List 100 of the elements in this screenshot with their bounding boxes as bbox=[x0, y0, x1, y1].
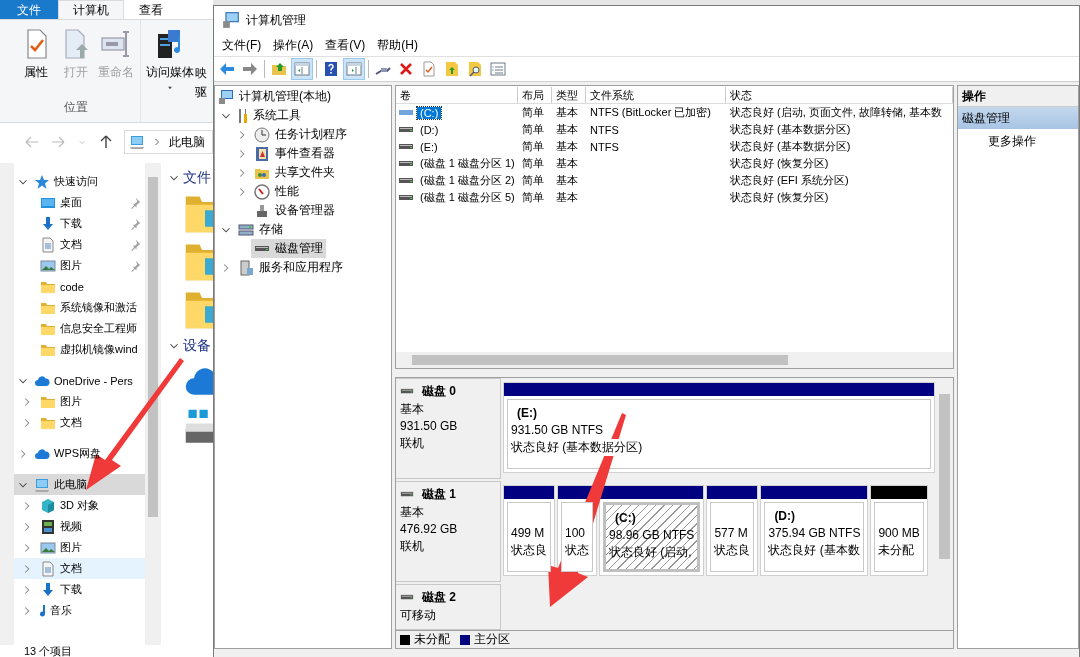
nav-item[interactable]: 下载 bbox=[60, 216, 125, 231]
delete-icon bbox=[398, 61, 414, 77]
partition-block[interactable]: (C:) 98.96 GB NTFS 状态良好 (启动, bbox=[599, 485, 705, 576]
partition-block[interactable]: 499 M 状态良 bbox=[503, 485, 555, 576]
disk-info-panel[interactable]: 磁盘 0 基本 931.50 GB 联机 bbox=[396, 378, 501, 479]
partition-area[interactable]: 577 M 状态良 bbox=[710, 502, 755, 572]
ribbon-tab[interactable]: 查看 bbox=[124, 0, 178, 19]
column-header[interactable]: 状态 bbox=[726, 86, 953, 103]
nav-item[interactable]: 3D 对象 bbox=[60, 498, 141, 513]
nav-item[interactable]: WPS网盘 bbox=[54, 446, 141, 461]
table-cell-text: 状态良好 (启动, 页面文件, 故障转储, 基本数 bbox=[729, 105, 944, 120]
nav-item[interactable]: code bbox=[60, 280, 141, 293]
menu-item[interactable]: 帮助(H) bbox=[371, 36, 424, 54]
table-cell[interactable]: (E:) bbox=[417, 140, 441, 153]
pin-icon[interactable] bbox=[129, 217, 141, 230]
tree-item[interactable]: 性能 bbox=[251, 182, 302, 201]
tree-item[interactable]: 系统工具 bbox=[235, 106, 304, 125]
table-cell[interactable]: (C:) bbox=[417, 106, 442, 119]
disk-size: 931.50 GB bbox=[400, 418, 459, 434]
nav-item[interactable]: OneDrive - Pers bbox=[54, 374, 141, 387]
tree-item[interactable]: 服务和应用程序 bbox=[235, 258, 346, 277]
group-header[interactable]: 设备 bbox=[183, 337, 211, 355]
partition-area[interactable]: (C:) 98.96 GB NTFS 状态良好 (启动, bbox=[603, 502, 701, 572]
partition-area[interactable]: 900 MB 未分配 bbox=[874, 502, 924, 572]
nav-item[interactable]: 音乐 bbox=[50, 603, 141, 618]
nav-item[interactable]: 视频 bbox=[60, 519, 141, 534]
forward-arrow-icon bbox=[242, 61, 258, 77]
partition-block[interactable]: 577 M 状态良 bbox=[706, 485, 759, 576]
tree-item[interactable]: 任务计划程序 bbox=[251, 125, 350, 144]
nav-item[interactable]: 文档 bbox=[60, 237, 125, 252]
scrollbar[interactable] bbox=[936, 378, 953, 630]
nav-item[interactable]: 图片 bbox=[60, 394, 141, 409]
forward-arrow-icon[interactable] bbox=[50, 134, 66, 150]
column-header[interactable]: 卷 bbox=[396, 86, 518, 103]
tree-item[interactable]: 存储 bbox=[235, 220, 286, 239]
pin-icon[interactable] bbox=[129, 259, 141, 272]
partition-area[interactable]: (D:) 375.94 GB NTFS 状态良好 (基本数 bbox=[764, 502, 865, 572]
column-header[interactable]: 类型 bbox=[552, 86, 586, 103]
up-arrow-icon[interactable] bbox=[98, 134, 114, 150]
table-cell-text: 状态良好 (EFI 系统分区) bbox=[729, 173, 850, 188]
tree-item[interactable]: 计算机管理(本地) bbox=[215, 87, 334, 106]
table-cell[interactable]: (磁盘 1 磁盘分区 2) bbox=[417, 173, 518, 188]
disk-info-panel[interactable]: 磁盘 2 可移动 bbox=[396, 584, 501, 630]
menu-item[interactable]: 操作(A) bbox=[267, 36, 320, 54]
tree-item[interactable]: 共享文件夹 bbox=[251, 163, 338, 182]
nav-item[interactable]: 虚拟机镜像wind bbox=[60, 342, 141, 357]
ribbon-button[interactable]: 访问媒体 bbox=[145, 26, 195, 122]
partition-area[interactable]: 100 状态 bbox=[561, 502, 593, 572]
partition-label: (C:) bbox=[614, 510, 637, 527]
table-cell[interactable]: (磁盘 1 磁盘分区 5) bbox=[417, 190, 518, 205]
ribbon-tab[interactable]: 文件 bbox=[0, 0, 58, 19]
nav-item[interactable]: 此电脑 bbox=[54, 477, 141, 492]
disk-info-panel[interactable]: 磁盘 1 基本 476.92 GB 联机 bbox=[396, 481, 501, 582]
nav-item[interactable]: 文档 bbox=[60, 561, 141, 576]
tree-item[interactable]: 设备管理器 bbox=[251, 201, 338, 220]
nav-item[interactable]: 桌面 bbox=[60, 195, 125, 210]
partition-block[interactable]: (E:) 931.50 GB NTFS 状态良好 (基本数据分区) bbox=[503, 382, 935, 473]
nav-item[interactable]: 图片 bbox=[60, 258, 125, 273]
ribbon-button[interactable]: 映驱 bbox=[195, 26, 209, 122]
partition-block[interactable]: (D:) 375.94 GB NTFS 状态良好 (基本数 bbox=[760, 485, 869, 576]
table-cell-text: 状态良好 (恢复分区) bbox=[729, 190, 830, 205]
computer-icon bbox=[222, 11, 240, 29]
scrollbar[interactable] bbox=[145, 163, 161, 645]
partition-status: 状态良好 (基本数 bbox=[768, 542, 860, 559]
pin-icon[interactable] bbox=[129, 238, 141, 251]
computer-icon bbox=[129, 134, 145, 150]
address-bar[interactable]: 此电脑 bbox=[124, 130, 213, 154]
menu-item[interactable]: 查看(V) bbox=[319, 36, 372, 54]
action-link[interactable]: 更多操作 bbox=[958, 129, 1078, 149]
nav-item[interactable]: 图片 bbox=[60, 540, 141, 555]
partition-area[interactable]: (E:) 931.50 GB NTFS 状态良好 (基本数据分区) bbox=[507, 399, 931, 469]
tree-item[interactable]: 事件查看器 bbox=[251, 144, 338, 163]
ribbon-tab[interactable]: 计算机 bbox=[58, 0, 124, 19]
partition-block[interactable]: 900 MB 未分配 bbox=[870, 485, 928, 576]
partition-status: 状态良 bbox=[714, 542, 751, 559]
disk-size: 476.92 GB bbox=[400, 521, 459, 537]
partition-block[interactable]: 100 状态 bbox=[557, 485, 597, 576]
column-header[interactable]: 布局 bbox=[518, 86, 552, 103]
scrollbar[interactable] bbox=[396, 352, 953, 368]
back-arrow-icon[interactable] bbox=[24, 134, 40, 150]
table-cell[interactable]: (磁盘 1 磁盘分区 1) bbox=[417, 156, 518, 171]
check-document-icon bbox=[421, 61, 437, 77]
disk-state: 联机 bbox=[400, 435, 425, 451]
pin-icon[interactable] bbox=[129, 196, 141, 209]
partition-area[interactable]: 499 M 状态良 bbox=[507, 502, 551, 572]
action-section[interactable]: 磁盘管理 bbox=[958, 107, 1078, 129]
tree-item[interactable]: 磁盘管理 bbox=[251, 239, 326, 258]
nav-item[interactable]: 文档 bbox=[60, 415, 141, 430]
ribbon-button[interactable]: 属性 bbox=[16, 26, 56, 99]
nav-item[interactable]: 系统镜像和激活 bbox=[60, 300, 141, 315]
help-icon bbox=[323, 61, 339, 77]
partition-status: 状态良好 (启动, bbox=[609, 544, 692, 561]
column-header[interactable]: 文件系统 bbox=[586, 86, 726, 103]
table-cell[interactable]: (D:) bbox=[417, 123, 442, 136]
menu-item[interactable]: 文件(F) bbox=[216, 36, 268, 54]
nav-item[interactable]: 下载 bbox=[60, 582, 141, 597]
table-cell-text: 状态良好 (基本数据分区) bbox=[729, 122, 852, 137]
group-header[interactable]: 文件 bbox=[183, 169, 211, 187]
nav-item[interactable]: 信息安全工程师 bbox=[60, 321, 141, 336]
nav-item[interactable]: 快速访问 bbox=[54, 174, 141, 189]
